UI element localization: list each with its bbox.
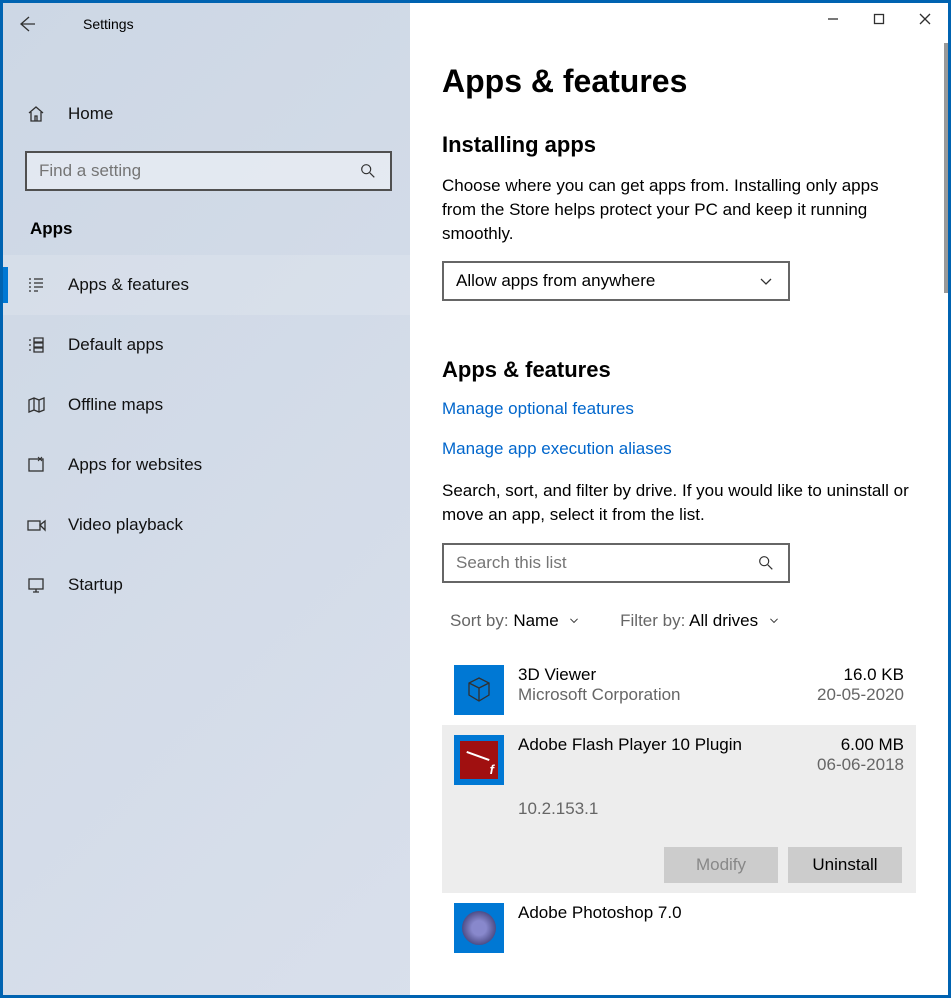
filter-by[interactable]: Filter by: All drives bbox=[620, 611, 779, 631]
app-date: 06-06-2018 bbox=[817, 755, 904, 775]
search-icon bbox=[358, 161, 378, 181]
app-name: Adobe Photoshop 7.0 bbox=[518, 903, 904, 923]
app-name: 3D Viewer bbox=[518, 665, 803, 685]
home-label: Home bbox=[68, 104, 113, 124]
sidebar-item-video-playback[interactable]: Video playback bbox=[3, 495, 410, 555]
install-source-dropdown[interactable]: Allow apps from anywhere bbox=[442, 261, 790, 301]
app-publisher: Microsoft Corporation bbox=[518, 685, 803, 705]
sidebar-item-apps-websites[interactable]: Apps for websites bbox=[3, 435, 410, 495]
close-button[interactable] bbox=[902, 3, 948, 35]
sort-by[interactable]: Sort by: Name bbox=[450, 611, 580, 631]
uninstall-button[interactable]: Uninstall bbox=[788, 847, 902, 883]
app-icon bbox=[454, 903, 504, 953]
app-size: 6.00 MB bbox=[841, 735, 904, 755]
default-apps-icon bbox=[26, 335, 46, 355]
app-item[interactable]: Adobe Photoshop 7.0 bbox=[442, 893, 916, 953]
page-heading: Apps & features bbox=[442, 63, 916, 100]
sidebar-heading: Apps bbox=[30, 219, 410, 239]
app-name: Adobe Flash Player 10 Plugin bbox=[518, 735, 803, 755]
app-item[interactable]: 3D Viewer Microsoft Corporation 16.0 KB … bbox=[442, 655, 916, 725]
sidebar-item-apps-features[interactable]: Apps & features bbox=[3, 255, 410, 315]
offline-maps-icon bbox=[26, 395, 46, 415]
sidebar-item-default-apps[interactable]: Default apps bbox=[3, 315, 410, 375]
dropdown-value: Allow apps from anywhere bbox=[456, 271, 655, 291]
search-icon bbox=[756, 553, 776, 573]
installing-desc: Choose where you can get apps from. Inst… bbox=[442, 174, 916, 245]
minimize-button[interactable] bbox=[810, 3, 856, 35]
app-icon bbox=[454, 665, 504, 715]
sidebar-item-label: Apps for websites bbox=[68, 455, 202, 475]
window-title: Settings bbox=[83, 16, 134, 32]
back-button[interactable] bbox=[3, 3, 51, 45]
manage-optional-features-link[interactable]: Manage optional features bbox=[442, 399, 916, 419]
apps-desc: Search, sort, and filter by drive. If yo… bbox=[442, 479, 916, 527]
startup-icon bbox=[26, 575, 46, 595]
sidebar-item-startup[interactable]: Startup bbox=[3, 555, 410, 615]
manage-aliases-link[interactable]: Manage app execution aliases bbox=[442, 439, 916, 459]
sidebar-item-label: Video playback bbox=[68, 515, 183, 535]
scrollbar[interactable] bbox=[944, 43, 948, 293]
apps-features-icon bbox=[26, 275, 46, 295]
sidebar-item-label: Startup bbox=[68, 575, 123, 595]
home-nav[interactable]: Home bbox=[3, 93, 410, 135]
sidebar-item-label: Default apps bbox=[68, 335, 163, 355]
apps-websites-icon bbox=[26, 455, 46, 475]
chevron-down-icon bbox=[756, 271, 776, 291]
sidebar-item-offline-maps[interactable]: Offline maps bbox=[3, 375, 410, 435]
home-icon bbox=[26, 104, 46, 124]
app-size: 16.0 KB bbox=[844, 665, 905, 685]
installing-heading: Installing apps bbox=[442, 132, 916, 158]
apps-features-heading: Apps & features bbox=[442, 357, 916, 383]
app-date: 20-05-2020 bbox=[817, 685, 904, 705]
search-apps-input[interactable] bbox=[456, 553, 756, 573]
search-settings[interactable] bbox=[25, 151, 392, 191]
video-playback-icon bbox=[26, 515, 46, 535]
app-version: 10.2.153.1 bbox=[518, 799, 904, 819]
sidebar-item-label: Apps & features bbox=[68, 275, 189, 295]
sidebar-item-label: Offline maps bbox=[68, 395, 163, 415]
app-item-selected[interactable]: f Adobe Flash Player 10 Plugin 6.00 MB 0… bbox=[442, 725, 916, 893]
maximize-button[interactable] bbox=[856, 3, 902, 35]
search-apps[interactable] bbox=[442, 543, 790, 583]
search-input[interactable] bbox=[39, 161, 358, 181]
modify-button: Modify bbox=[664, 847, 778, 883]
app-icon: f bbox=[454, 735, 504, 785]
